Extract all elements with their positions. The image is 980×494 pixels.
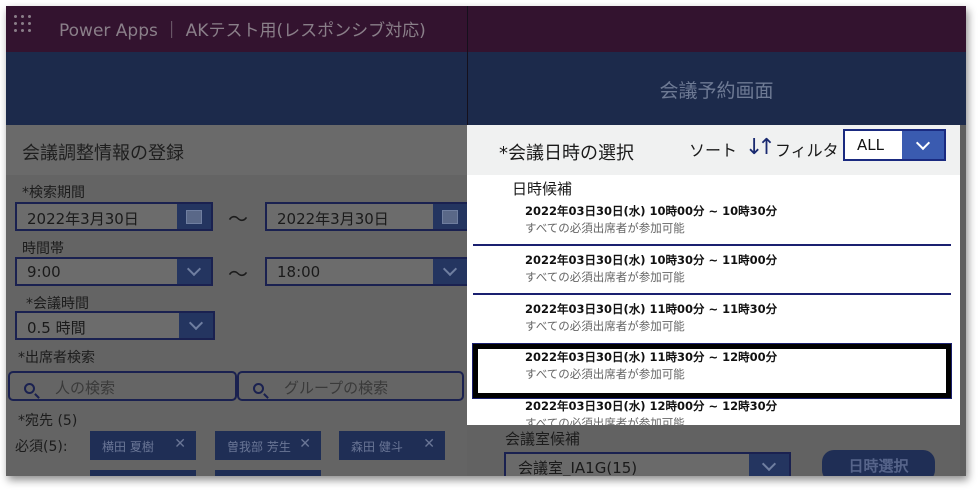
calendar-icon[interactable] — [177, 204, 211, 229]
room-section: 会議室候補 会議室_IA1G(15) 日時選択 — [467, 425, 960, 476]
duration-label: *会議時間 — [26, 296, 89, 312]
app-title: Power Apps ｜ AKテスト用(レスポンシブ対応) — [59, 21, 426, 41]
time-to-value: 18:00 — [277, 263, 321, 281]
attendee-label: *出席者検索 — [18, 350, 95, 366]
row-time: 2022年03日30日(水) 10時00分 ~ 10時30分 — [525, 204, 778, 218]
attendee-chip: 森田 健斗 ✕ — [339, 431, 445, 460]
duration-value: 0.5 時間 — [27, 319, 86, 337]
sort-label: ソート — [689, 141, 738, 160]
person-search-input[interactable]: 人の検索 — [8, 371, 237, 401]
group-search-input[interactable]: グループの検索 — [237, 371, 464, 401]
group-search-placeholder: グループの検索 — [284, 379, 389, 397]
top-bar: Power Apps ｜ AKテスト用(レスポンシブ対応) — [6, 6, 966, 52]
row-time: 2022年03日30日(水) 11時30分 ~ 12時00分 — [525, 350, 778, 364]
candidate-row[interactable]: 2022年03日30日(水) 11時00分 ~ 11時30分 すべての必須出席者が… — [473, 296, 951, 344]
time-from-value: 9:00 — [27, 263, 61, 281]
attendee-chip: 横田 夏樹 ✕ — [90, 431, 196, 460]
candidate-row-selected[interactable]: 2022年03日30日(水) 11時30分 ~ 12時00分 すべての必須出席者が… — [472, 343, 952, 399]
chevron-down-icon[interactable] — [433, 259, 467, 284]
chevron-down-icon[interactable] — [902, 131, 944, 159]
row-status: すべての必須出席者が参加可能 — [525, 416, 685, 425]
tilde: 〜 — [228, 207, 248, 231]
panel-title: 会議調整情報の登録 — [22, 143, 184, 164]
row-status: すべての必須出席者が参加可能 — [525, 367, 685, 381]
app-window: Power Apps ｜ AKテスト用(レスポンシブ対応) 会議予約画面 会議調… — [6, 6, 966, 476]
divider — [467, 6, 468, 125]
timeband-label: 時間帯 — [22, 241, 64, 257]
chip-name: 横田 夏樹 — [102, 440, 154, 454]
registration-panel: 会議調整情報の登録 *検索期間 2022年3月30日 〜 2022年3月30日 … — [6, 125, 469, 476]
scrollbar-track[interactable] — [960, 125, 966, 476]
person-search-placeholder: 人の検索 — [55, 379, 116, 397]
candidates-label: 日時候補 — [512, 180, 573, 198]
candidate-row[interactable]: 2022年03日30日(水) 10時00分 ~ 10時30分 すべての必須出席者が… — [473, 198, 951, 246]
row-status: すべての必須出席者が参加可能 — [525, 319, 685, 333]
attendee-chip-partial — [215, 470, 321, 476]
row-time: 2022年03日30日(水) 11時00分 ~ 11時30分 — [525, 302, 778, 316]
search-icon — [24, 383, 35, 394]
recipients-label: *宛先 (5) — [18, 413, 78, 429]
filter-dropdown[interactable]: ALL — [843, 129, 946, 161]
date-from-picker[interactable]: 2022年3月30日 — [15, 202, 213, 231]
select-datetime-button[interactable]: 日時選択 — [822, 450, 935, 476]
filter-label: フィルタ — [775, 141, 839, 160]
search-icon — [253, 383, 264, 394]
chevron-down-icon[interactable] — [179, 313, 213, 338]
candidate-row[interactable]: 2022年03日30日(水) 10時30分 ~ 11時00分 すべての必須出席者が… — [473, 247, 951, 295]
room-dropdown[interactable]: 会議室_IA1G(15) — [504, 452, 791, 476]
date-to-value: 2022年3月30日 — [277, 210, 389, 228]
close-icon[interactable]: ✕ — [174, 436, 186, 452]
chip-name: 曽我部 芳生 — [227, 440, 291, 454]
date-from-value: 2022年3月30日 — [27, 210, 139, 228]
time-to-dropdown[interactable]: 18:00 — [265, 257, 469, 286]
app-launcher-icon[interactable] — [14, 15, 32, 33]
tilde: 〜 — [228, 262, 248, 286]
chevron-down-icon[interactable] — [177, 259, 211, 284]
chip-name: 森田 健斗 — [351, 440, 403, 454]
row-status: すべての必須出席者が参加可能 — [525, 221, 685, 235]
time-from-dropdown[interactable]: 9:00 — [15, 257, 213, 286]
row-time: 2022年03日30日(水) 12時00分 ~ 12時30分 — [525, 399, 778, 413]
duration-dropdown[interactable]: 0.5 時間 — [15, 311, 215, 340]
date-to-picker[interactable]: 2022年3月30日 — [265, 202, 469, 231]
candidate-row[interactable]: 2022年03日30日(水) 12時00分 ~ 12時30分すべての必須出席者が… — [473, 393, 951, 425]
sort-icon[interactable]: ↓↑ — [745, 135, 776, 160]
screen-title: 会議予約画面 — [659, 80, 774, 102]
attendee-chip-partial — [90, 470, 196, 476]
datetime-selection-popup: *会議日時の選択 ソート ↓↑ フィルタ ALL 日時候補 2022年03日30… — [467, 125, 960, 425]
room-value: 会議室_IA1G(15) — [518, 459, 638, 476]
room-label: 会議室候補 — [505, 430, 581, 448]
period-label: *検索期間 — [22, 185, 85, 201]
row-time: 2022年03日30日(水) 10時30分 ~ 11時00分 — [525, 253, 778, 267]
filter-value: ALL — [857, 136, 884, 154]
attendee-chip: 曽我部 芳生 ✕ — [215, 431, 321, 460]
close-icon[interactable]: ✕ — [423, 436, 435, 452]
row-status: すべての必須出席者が参加可能 — [525, 270, 685, 284]
chevron-down-icon[interactable] — [749, 454, 789, 476]
close-icon[interactable]: ✕ — [299, 436, 311, 452]
popup-title: *会議日時の選択 — [499, 143, 634, 164]
required-label: 必須(5): — [15, 439, 68, 455]
calendar-icon[interactable] — [433, 204, 467, 229]
